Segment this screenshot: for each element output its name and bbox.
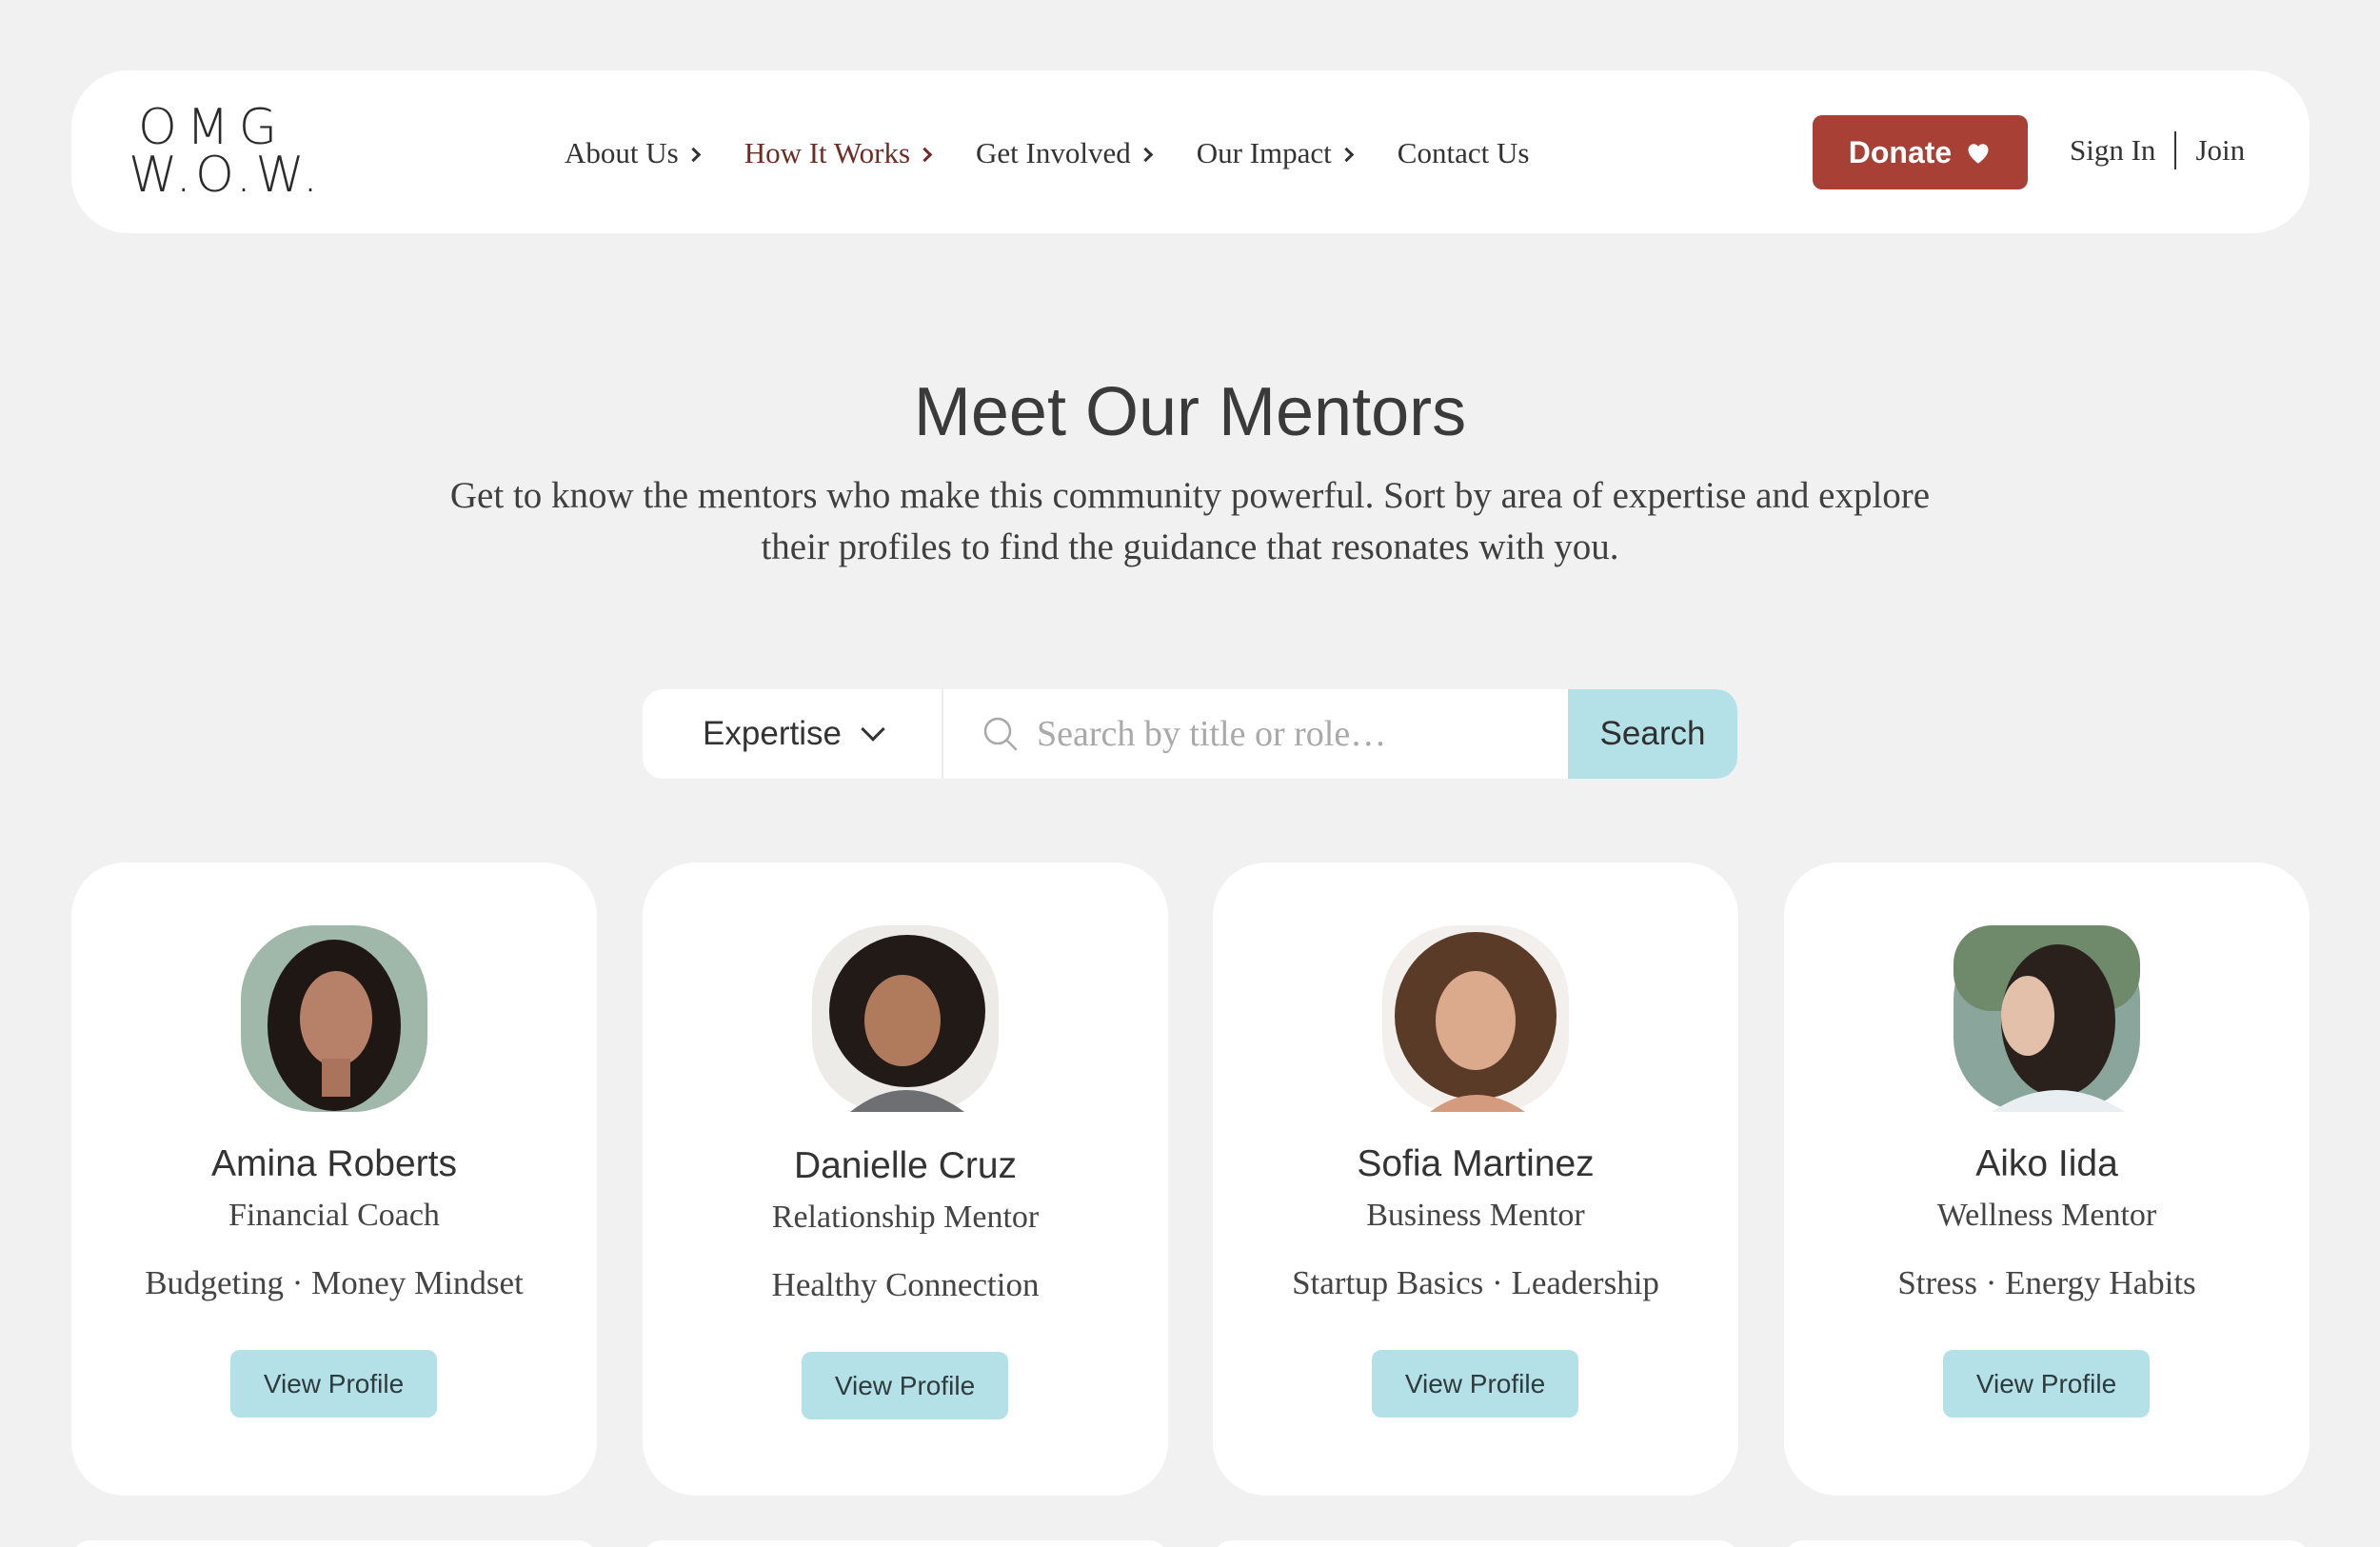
- nav-contact-us-label: Contact Us: [1397, 136, 1530, 169]
- view-profile-button[interactable]: View Profile: [1372, 1350, 1578, 1418]
- mentor-photo: [1382, 925, 1569, 1112]
- nav-contact-us[interactable]: Contact Us: [1398, 131, 1530, 175]
- nav-our-impact[interactable]: Our Impact: [1196, 131, 1355, 175]
- mentor-photo: [241, 925, 427, 1112]
- mentor-role: Financial Coach: [228, 1198, 440, 1233]
- auth-links: Sign In Join: [2070, 131, 2245, 169]
- mentor-role: Wellness Mentor: [1936, 1198, 2157, 1233]
- chevron-right-icon: [917, 147, 933, 162]
- expertise-label: Expertise: [703, 715, 842, 752]
- nav-get-involved-label: Get Involved: [976, 136, 1131, 169]
- nav-how-it-works[interactable]: How It Works: [744, 131, 933, 175]
- chevron-down-icon: [861, 717, 885, 742]
- mentor-expertise: Stress · Energy Habits: [1897, 1264, 2196, 1301]
- view-profile-button[interactable]: View Profile: [1943, 1350, 2150, 1418]
- nav-our-impact-label: Our Impact: [1196, 136, 1332, 169]
- main-menu: About Us How It Works Get Involved Our I…: [565, 131, 1575, 175]
- mentor-card: Sofia Martinez Business Mentor Startup B…: [1213, 863, 1738, 1496]
- mentor-expertise: Startup Basics · Leadership: [1292, 1264, 1659, 1301]
- site-header: OMG W.O.W. About Us How It Works Get Inv…: [71, 70, 2310, 233]
- join-link[interactable]: Join: [2195, 133, 2245, 168]
- logo-line-2: W.O.W.: [129, 147, 323, 204]
- chevron-right-icon: [1138, 147, 1154, 162]
- mentor-card-next-row: [1213, 1540, 1738, 1547]
- mentor-expertise: Healthy Connection: [771, 1266, 1040, 1303]
- mentor-card-next-row: [1784, 1540, 2310, 1547]
- view-profile-button[interactable]: View Profile: [802, 1352, 1008, 1419]
- search-icon: [983, 717, 1018, 751]
- mentor-expertise: Budgeting · Money Mindset: [145, 1264, 524, 1301]
- mentor-role: Business Mentor: [1366, 1198, 1585, 1233]
- logo[interactable]: OMG W.O.W.: [129, 103, 367, 203]
- nav-how-it-works-label: How It Works: [744, 136, 911, 169]
- mentor-card: Danielle Cruz Relationship Mentor Health…: [643, 863, 1168, 1496]
- sign-in-link[interactable]: Sign In: [2070, 133, 2155, 168]
- search-button[interactable]: Search: [1568, 689, 1737, 779]
- search-bar: Expertise Search: [643, 689, 1737, 779]
- mentor-card-next-row: [643, 1540, 1168, 1547]
- mentor-name: Aiko Iida: [1975, 1143, 2118, 1184]
- view-profile-button[interactable]: View Profile: [230, 1350, 437, 1418]
- mentor-role: Relationship Mentor: [771, 1200, 1040, 1235]
- search-input[interactable]: [1037, 713, 1551, 755]
- nav-get-involved[interactable]: Get Involved: [976, 131, 1154, 175]
- divider: [2174, 131, 2177, 169]
- mentor-photo: [1954, 925, 2140, 1112]
- mentor-photo: [812, 925, 999, 1112]
- donate-button[interactable]: Donate: [1813, 115, 2028, 189]
- mentor-name: Danielle Cruz: [793, 1145, 1018, 1186]
- mentor-name: Amina Roberts: [211, 1143, 457, 1184]
- mentor-card-next-row: [71, 1540, 597, 1547]
- expertise-dropdown[interactable]: Expertise: [643, 689, 943, 779]
- heart-icon: [1968, 144, 1989, 164]
- mentor-card: Amina Roberts Financial Coach Budgeting …: [71, 863, 597, 1496]
- nav-about-us[interactable]: About Us: [565, 131, 701, 175]
- donate-label: Donate: [1848, 134, 1953, 169]
- mentor-name: Sofia Martinez: [1357, 1143, 1595, 1184]
- page-subtitle: Get to know the mentors who make this co…: [449, 475, 1931, 567]
- nav-about-us-label: About Us: [565, 136, 679, 169]
- mentor-card: Aiko Iida Wellness Mentor Stress · Energ…: [1784, 863, 2310, 1496]
- chevron-right-icon: [685, 147, 701, 162]
- search-field: [943, 689, 1568, 779]
- page-title: Meet Our Mentors: [913, 374, 1467, 450]
- logo-line-1: OMG: [138, 99, 288, 156]
- chevron-right-icon: [1339, 147, 1355, 162]
